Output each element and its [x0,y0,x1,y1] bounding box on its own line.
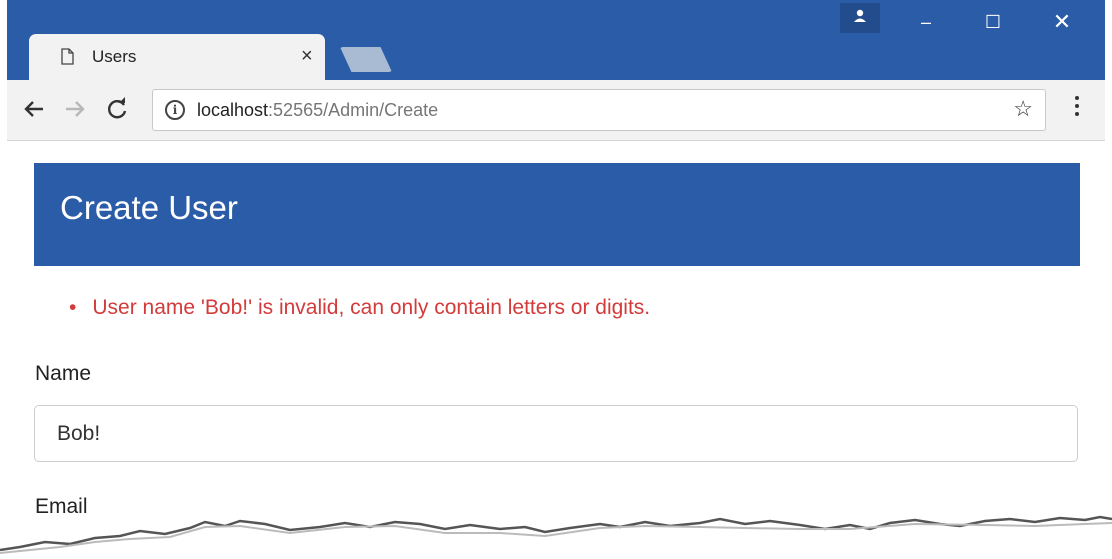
url-path: :52565/Admin/Create [268,100,439,120]
name-field[interactable] [34,405,1078,462]
close-window-button[interactable]: ✕ [1042,8,1082,36]
browser-toolbar: i localhost:52565/Admin/Create ☆ [7,80,1105,141]
validation-summary: User name 'Bob!' is invalid, can only co… [69,296,650,320]
page-header: Create User [34,163,1080,266]
maximize-button[interactable]: ☐ [973,8,1013,36]
title-bar: Users × – ☐ ✕ [7,0,1105,80]
torn-edge-decoration [0,515,1112,559]
validation-error: User name 'Bob!' is invalid, can only co… [69,296,650,320]
minimize-button[interactable]: – [906,8,946,36]
reload-icon [108,97,127,119]
address-bar[interactable]: i localhost:52565/Admin/Create ☆ [152,89,1046,131]
document-icon [61,48,74,65]
url-host: localhost [197,100,269,120]
url-text: localhost:52565/Admin/Create [197,100,438,121]
forward-arrow-icon [66,101,85,117]
reload-button[interactable] [102,94,132,124]
tab-users[interactable]: Users × [29,34,325,80]
new-tab-button[interactable] [340,47,392,72]
user-profile-icon [854,9,866,22]
tab-close-icon[interactable]: × [301,44,313,68]
forward-button[interactable] [60,94,90,124]
kebab-menu-icon[interactable] [1067,92,1087,124]
tab-title: Users [92,47,137,66]
star-icon[interactable]: ☆ [1013,96,1033,122]
page-title: Create User [60,189,238,226]
back-button[interactable] [19,94,49,124]
name-label: Name [35,362,92,385]
profile-button[interactable] [840,3,880,33]
browser-window: Users × – ☐ ✕ i localhost:52565/Admin/Cr… [7,0,1105,559]
info-icon[interactable]: i [165,100,185,120]
back-arrow-icon [24,101,43,117]
